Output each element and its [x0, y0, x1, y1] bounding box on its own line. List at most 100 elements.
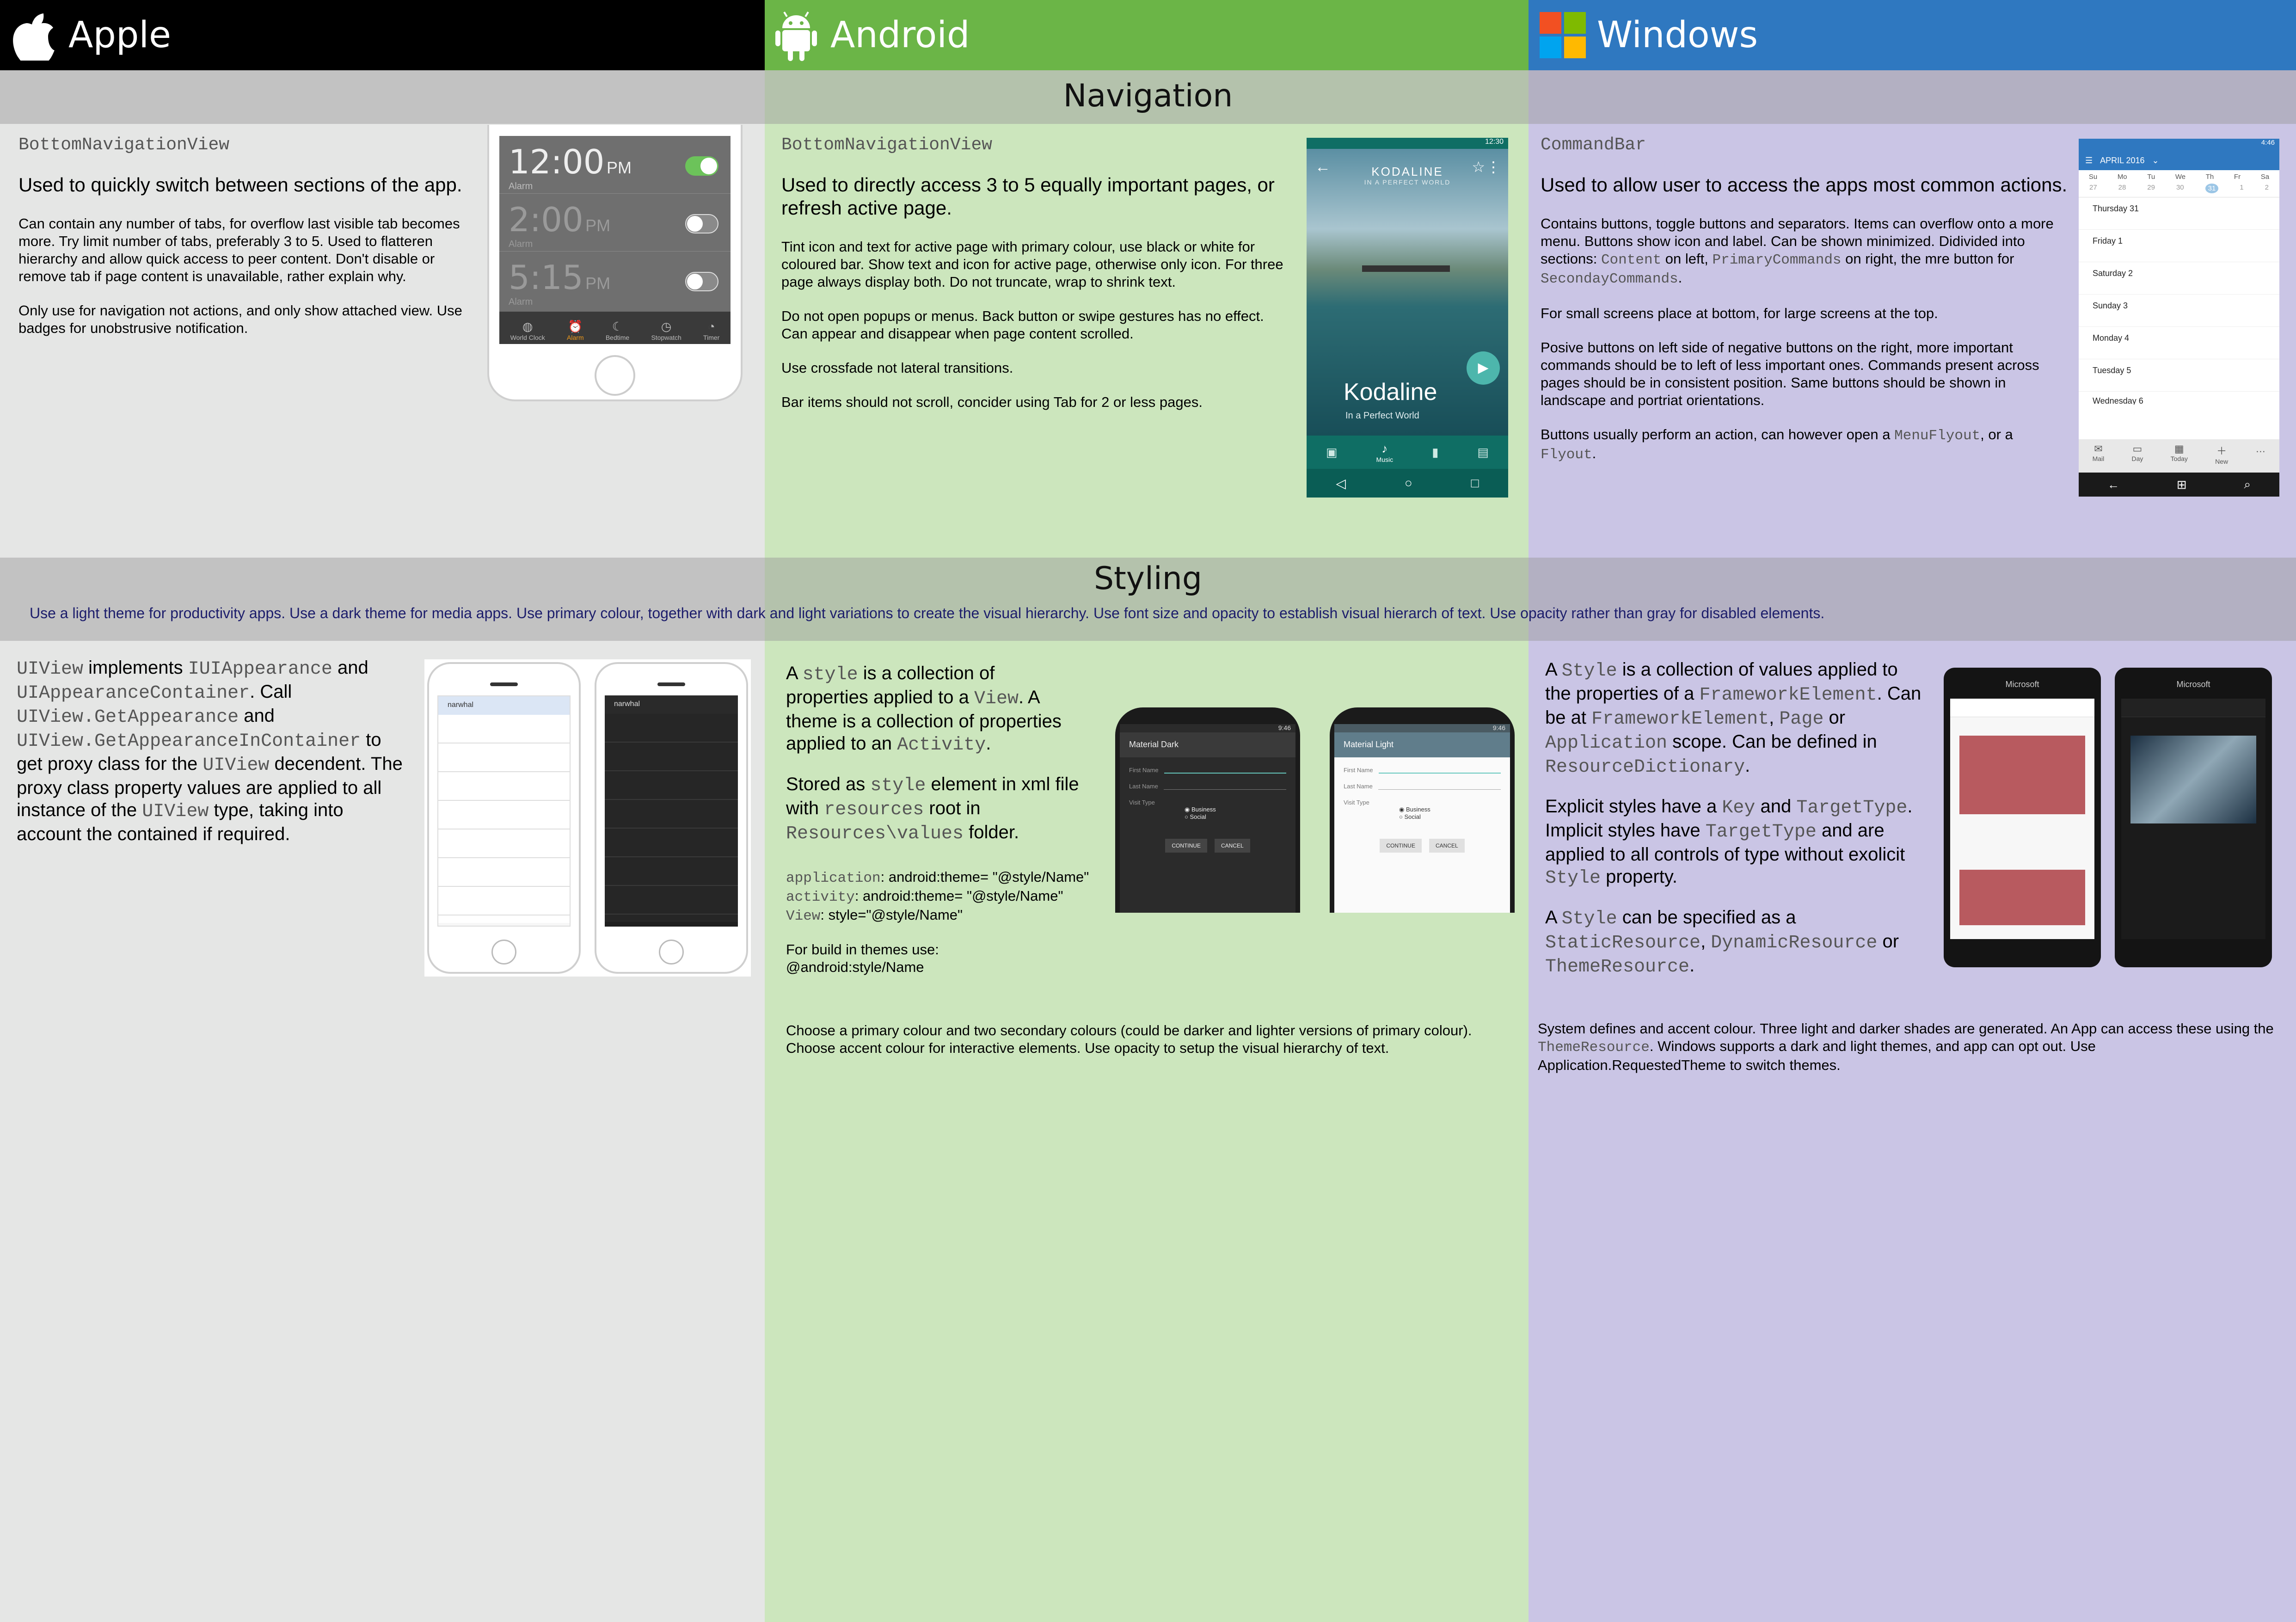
- status-bar: 4:46: [2079, 139, 2279, 151]
- alarm-toggle-off[interactable]: [685, 272, 718, 291]
- list-item[interactable]: Tuesday 5: [2079, 359, 2279, 392]
- more-ellipsis-icon[interactable]: …: [2255, 443, 2265, 473]
- styling-section-title: Styling: [1093, 560, 1203, 597]
- home-circle-icon[interactable]: ○: [1405, 476, 1412, 491]
- command-new[interactable]: ＋ New: [2215, 443, 2228, 473]
- dark-phone: narwhal: [595, 662, 748, 974]
- pier: [1362, 265, 1450, 272]
- first-name-field[interactable]: First Name: [1129, 767, 1286, 774]
- android-nav-lead: Used to directly access 3 to 5 equally i…: [781, 174, 1275, 219]
- list-item[interactable]: Thursday 31: [2079, 197, 2279, 230]
- last-name-field[interactable]: Last Name: [1129, 783, 1286, 790]
- light-screen: narwhal: [437, 695, 571, 927]
- android-style-code: application: android:theme= "@style/Name…: [786, 869, 1089, 975]
- light-phone: narwhal: [427, 662, 581, 974]
- command-day[interactable]: ▭ Day: [2131, 443, 2143, 473]
- radio-social[interactable]: ○ Social: [1185, 813, 1286, 820]
- search-icon[interactable]: ⌕: [2244, 477, 2251, 492]
- tab-alarm[interactable]: ⏰ Alarm: [567, 319, 584, 341]
- chevron-down-icon: ⌄: [2152, 155, 2159, 165]
- windows-header: Windows: [1529, 0, 2296, 70]
- list-item[interactable]: Sunday 3: [2079, 295, 2279, 327]
- nav-music-item[interactable]: ♪ Music: [1376, 442, 1394, 463]
- apple-nav-p2: Only use for navigation not actions, and…: [18, 302, 462, 336]
- radio-social[interactable]: ○ Social: [1399, 813, 1501, 820]
- continue-button[interactable]: CONTINUE: [1165, 839, 1207, 853]
- material-dark-demo: 9:46 Material Dark First Name Last Name …: [1115, 707, 1300, 913]
- windows-nav-p3: Posive buttons on left side of negative …: [1541, 339, 2039, 408]
- android-style-choose: Choose a primary colour and two secondar…: [786, 1022, 1472, 1056]
- alarm-toggle-off[interactable]: [685, 214, 718, 233]
- cancel-button[interactable]: CANCEL: [1214, 839, 1250, 853]
- hamburger-icon[interactable]: ☰: [2085, 156, 2093, 166]
- command-today[interactable]: ▦ Today: [2171, 443, 2188, 473]
- apple-nav-phone: 12:00 PM Alarm 2:00 PM Alarm 5:15 PM Ala…: [487, 125, 743, 401]
- mail-icon: ✉: [2094, 443, 2103, 455]
- recents-square-icon[interactable]: □: [1471, 476, 1479, 491]
- tab-timer[interactable]: ◔ Timer: [703, 319, 719, 341]
- dark-screen: narwhal: [605, 695, 738, 927]
- windows-nav-p2: For small screens place at bottom, for l…: [1541, 305, 1938, 321]
- cancel-button[interactable]: CANCEL: [1429, 839, 1465, 853]
- windows-style-text: A Style is a collection of values applie…: [1545, 659, 1922, 977]
- android-nav-phone: 12:30 KODALINE IN A PERFECT WORLD ← ☆ ⋮ …: [1307, 138, 1508, 498]
- first-name-field[interactable]: First Name: [1344, 767, 1501, 774]
- alarm-row: 2:00 PM Alarm: [499, 194, 731, 252]
- calendar-today-icon: ▦: [2174, 443, 2184, 455]
- command-mail[interactable]: ✉ Mail: [2093, 443, 2105, 473]
- android-nav-p2: Do not open popups or menus. Back button…: [781, 308, 1264, 342]
- system-nav-bar: ← ⊞ ⌕: [2079, 473, 2279, 497]
- back-arrow-icon[interactable]: ←: [1315, 158, 1331, 176]
- list-item[interactable]: Friday 1: [2079, 230, 2279, 262]
- android-bottom-nav: ▣ ♪ Music ▮ ▤: [1307, 436, 1508, 469]
- apple-header: Apple: [0, 0, 765, 70]
- alarm-row: 12:00 PM Alarm: [499, 136, 731, 194]
- windows-nav-p4: Buttons usually perform an action, can h…: [1541, 426, 2013, 463]
- list-item[interactable]: Saturday 2: [2079, 262, 2279, 295]
- home-button[interactable]: [491, 940, 516, 965]
- apple-nav-lead: Used to quickly switch between sections …: [18, 174, 462, 196]
- windows-start-icon[interactable]: ⊞: [2177, 478, 2187, 492]
- list-item[interactable]: Monday 4: [2079, 327, 2279, 359]
- dark-screen: [2121, 699, 2265, 939]
- weekday-row: Su Mo Tu We Th Fr Sa: [2088, 173, 2270, 181]
- back-arrow-icon[interactable]: ←: [2107, 478, 2119, 492]
- windows-nav-text: CommandBar Used to allow user to access …: [1541, 135, 2068, 480]
- android-nav-p3: Use crossfade not lateral transitions.: [781, 360, 1013, 376]
- windows-light-phone: Microsoft: [1944, 668, 2101, 967]
- apple-logo-icon: [13, 13, 55, 61]
- styling-subtitle: Use a light theme for productivity apps.…: [30, 605, 1825, 621]
- date-row: 27 28 29 30 31 1 2: [2079, 181, 2279, 197]
- list-item[interactable]: Wednesday 6: [2079, 392, 2279, 405]
- radio-business[interactable]: ◉ Business: [1399, 806, 1501, 813]
- back-triangle-icon[interactable]: ◁: [1336, 476, 1346, 491]
- home-button[interactable]: [595, 355, 635, 396]
- nav-newsstand-icon[interactable]: ▤: [1477, 445, 1489, 460]
- android-nav-component: BottomNavigationView: [781, 135, 993, 155]
- play-fab-icon[interactable]: ▶: [1467, 351, 1500, 385]
- more-vert-icon[interactable]: ⋮: [1486, 158, 1501, 176]
- nav-book-icon[interactable]: ▮: [1432, 445, 1438, 460]
- android-nav-p1: Tint icon and text for active page with …: [781, 239, 1283, 290]
- continue-button[interactable]: CONTINUE: [1380, 839, 1422, 853]
- plus-icon: ＋: [2216, 445, 2227, 457]
- windows-logo-icon: [1540, 12, 1586, 58]
- radio-business[interactable]: ◉ Business: [1185, 806, 1286, 813]
- home-button[interactable]: [659, 940, 684, 965]
- alarm-row: 5:15 PM Alarm: [499, 252, 731, 309]
- nav-video-icon[interactable]: ▣: [1326, 445, 1338, 460]
- last-name-field[interactable]: Last Name: [1344, 783, 1501, 790]
- windows-title: Windows: [1597, 14, 1758, 56]
- apple-nav-screen: 12:00 PM Alarm 2:00 PM Alarm 5:15 PM Ala…: [499, 136, 731, 344]
- alarm-toggle-on[interactable]: [685, 156, 718, 176]
- android-title: Android: [830, 14, 970, 56]
- apple-style-text: UIView implements IUIAppearance and UIAp…: [17, 657, 403, 844]
- tab-world-clock[interactable]: ◍ World Clock: [510, 319, 545, 341]
- android-header: Android: [765, 0, 1529, 70]
- apple-nav-p1: Can contain any number of tabs, for over…: [18, 215, 460, 284]
- tab-stopwatch[interactable]: ◷ Stopwatch: [651, 319, 681, 341]
- windows-nav-p1: Contains buttons, toggle buttons and sep…: [1541, 215, 2054, 287]
- tab-bedtime[interactable]: ☾ Bedtime: [606, 319, 629, 341]
- photo: [1959, 736, 2085, 814]
- star-icon[interactable]: ☆: [1472, 158, 1485, 176]
